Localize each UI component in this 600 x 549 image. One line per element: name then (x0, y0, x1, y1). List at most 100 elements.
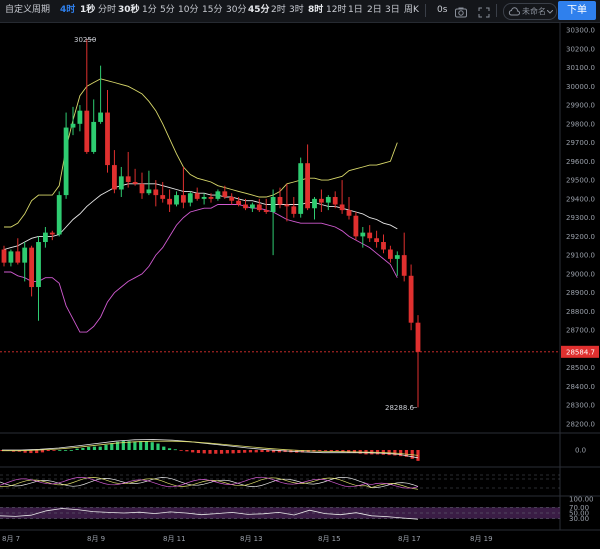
custom-period-button[interactable]: 自定义周期 (5, 4, 50, 16)
candle-body (1, 249, 7, 263)
macd-histogram-bar (81, 447, 85, 450)
macd-histogram-bar (335, 450, 339, 452)
candle-body (63, 127, 69, 196)
time-axis-label: 8月 7 (2, 535, 20, 543)
interval-option[interactable]: 2日 (367, 4, 382, 16)
interval-option[interactable]: 30分 (226, 4, 246, 16)
layout-name-selector[interactable]: 未命名 (503, 3, 557, 20)
time-axis-label: 8月 17 (398, 535, 421, 543)
macd-histogram-bar (75, 448, 79, 450)
candle-body (325, 196, 331, 203)
interval-option[interactable]: 分时 (98, 4, 116, 16)
timer-label[interactable]: 0s (437, 4, 447, 16)
candle-body (353, 215, 359, 237)
candle-body (270, 196, 276, 212)
macd-histogram-bar (87, 446, 91, 450)
layout-name: 未命名 (522, 7, 546, 16)
candle-body (394, 255, 400, 259)
macd-histogram-bar (46, 450, 50, 452)
price-axis-tick: 28200.0 (566, 421, 595, 429)
macd-histogram-bar (219, 450, 224, 454)
price-axis-tick: 30000.0 (566, 83, 595, 91)
candle-body (250, 204, 255, 209)
time-axis-label: 8月 9 (87, 535, 105, 543)
price-axis-tick: 29700.0 (566, 139, 595, 147)
candle-body (215, 191, 221, 199)
candle-body (332, 196, 338, 205)
bollinger-upper-line (4, 78, 398, 228)
price-axis-tick: 29600.0 (566, 158, 595, 166)
interval-option[interactable]: 1日 (348, 4, 363, 16)
macd-histogram-bar (63, 450, 68, 451)
interval-option[interactable]: 4时 (60, 4, 75, 16)
price-chart[interactable]: 30300.0 30200.0 30100.0 30000.0 29900.0 29800… (0, 22, 600, 549)
macd-histogram-bar (191, 450, 195, 453)
bollinger-lower-line (4, 204, 398, 333)
interval-option[interactable]: 12时 (326, 4, 346, 16)
rsi-axis-label: 100.00 (569, 496, 594, 504)
candle-body (305, 163, 310, 209)
price-axis-tick: 29000.0 (566, 270, 595, 278)
time-axis-label: 8月 13 (240, 535, 263, 543)
time-axis-label: 8月 11 (163, 535, 186, 543)
macd-histogram-bar (173, 449, 177, 451)
interval-option[interactable]: 8时 (308, 4, 323, 16)
candle-body (291, 206, 297, 214)
interval-option[interactable]: 1秒 (80, 4, 95, 16)
cloud-icon (508, 7, 520, 16)
candle-body (160, 195, 166, 199)
candle-body (367, 232, 373, 239)
candle-body (415, 322, 421, 352)
candle-body (243, 204, 248, 209)
candle-body (153, 189, 159, 196)
candle-body (208, 196, 214, 199)
place-order-button[interactable]: 下单 (558, 1, 596, 20)
interval-option[interactable]: 15分 (202, 4, 222, 16)
rsi-axis-label: 30.00 (569, 515, 589, 523)
candle-body (91, 121, 97, 152)
macd-histogram-bar (40, 450, 45, 453)
macd-histogram-bar (167, 448, 172, 450)
interval-option[interactable]: 周K (404, 4, 419, 16)
interval-option[interactable]: 30秒 (118, 4, 140, 16)
candle-body (15, 251, 21, 263)
interval-option[interactable]: 2时 (271, 4, 286, 16)
candle-body (187, 193, 193, 203)
interval-option[interactable]: 10分 (178, 4, 198, 16)
interval-option[interactable]: 5分 (160, 4, 175, 16)
candle-body (139, 183, 145, 194)
candle-body (360, 232, 366, 237)
candle-body (36, 242, 41, 288)
camera-icon[interactable] (454, 4, 468, 18)
bollinger-middle-line (3, 183, 398, 250)
candle-body (263, 210, 269, 212)
macd-histogram-bar (150, 442, 154, 450)
macd-histogram-bar (58, 450, 62, 451)
last-price-label: 28584.7 (566, 348, 595, 356)
macd-histogram-bar (323, 450, 328, 451)
candle-body (201, 196, 207, 199)
candle-body (388, 249, 393, 259)
candle-body (22, 247, 28, 263)
interval-option[interactable]: 1分 (142, 4, 157, 16)
candle-body (284, 204, 290, 207)
macd-histogram-bar (208, 450, 212, 454)
interval-option[interactable]: 3日 (385, 4, 400, 16)
fullscreen-icon[interactable] (477, 4, 491, 18)
interval-option[interactable]: 3时 (289, 4, 304, 16)
price-axis-tick: 29800.0 (566, 120, 595, 128)
macd-histogram-bar (231, 450, 235, 454)
candle-body (298, 163, 304, 214)
price-axis-tick: 28800.0 (566, 308, 595, 316)
macd-histogram-bar (185, 450, 189, 452)
candle-body (70, 123, 76, 128)
macd-axis-label: 0.0 (575, 447, 586, 455)
chevron-down-icon (547, 10, 553, 14)
candle-body (256, 204, 262, 211)
price-axis-tick: 28700.0 (566, 327, 595, 335)
interval-option[interactable]: 45分 (248, 4, 270, 16)
price-axis-tick: 29900.0 (566, 102, 595, 110)
candle-body (118, 176, 124, 190)
candle-body (132, 181, 138, 184)
candle-body (401, 255, 407, 276)
